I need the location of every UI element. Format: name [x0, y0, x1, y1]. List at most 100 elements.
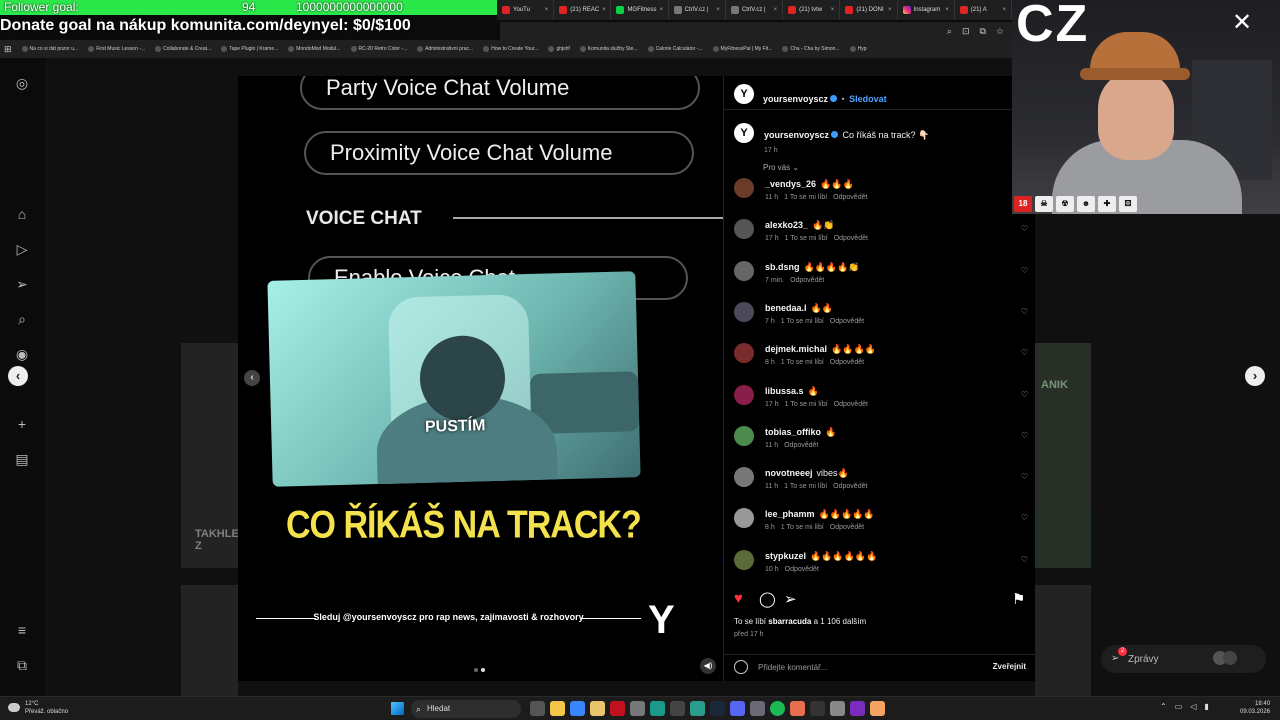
sort-dropdown[interactable]: Pro vás ⌄: [763, 163, 799, 172]
prev-post-icon[interactable]: ‹: [8, 366, 28, 386]
battery-icon[interactable]: ▮: [1204, 702, 1208, 711]
comment-like-heart-icon[interactable]: ♡: [1021, 307, 1028, 316]
extensions-icon[interactable]: ⧉: [979, 26, 985, 37]
comment-username[interactable]: libussa.s: [765, 386, 804, 396]
reply-button[interactable]: Odpovědět: [784, 442, 818, 449]
browser-tab[interactable]: (21) tvtw ×: [783, 0, 841, 20]
bookmark-item[interactable]: Komunita služby Ste...: [579, 46, 638, 52]
browser-tab[interactable]: MGFitness ×: [611, 0, 669, 20]
reply-button[interactable]: Odpovědět: [833, 194, 867, 201]
comment-username[interactable]: tobias_offiko: [765, 427, 821, 437]
chrome-icon[interactable]: [590, 701, 605, 716]
comment-avatar[interactable]: [734, 384, 754, 405]
save-bookmark-icon[interactable]: ⚑: [1012, 590, 1025, 608]
comment-like-heart-icon[interactable]: ♡: [1021, 266, 1028, 275]
close-tab-icon[interactable]: ×: [716, 7, 720, 13]
header-avatar[interactable]: Y: [734, 84, 754, 104]
bookmark-star-icon[interactable]: ☆: [996, 26, 1004, 37]
close-tab-icon[interactable]: ×: [602, 7, 606, 13]
app-black-icon[interactable]: [810, 701, 825, 716]
comment-likes[interactable]: 1 To se mi líbí: [784, 483, 827, 490]
comment-avatar[interactable]: [734, 219, 754, 240]
network-icon[interactable]: ▭: [1175, 702, 1183, 711]
reply-button[interactable]: Odpovědět: [790, 277, 824, 284]
bookmark-item[interactable]: MondoMod Modul...: [288, 46, 341, 52]
app-gray-icon[interactable]: [630, 701, 645, 716]
file-explorer-icon[interactable]: [550, 701, 565, 716]
discord-icon[interactable]: [730, 701, 745, 716]
next-post-icon[interactable]: ›: [1245, 366, 1265, 386]
zoom-icon[interactable]: ⌕: [947, 26, 952, 37]
comment-like-heart-icon[interactable]: ♡: [1021, 472, 1028, 481]
dashboard-icon[interactable]: ▤: [14, 451, 30, 467]
home-icon[interactable]: ⌂: [14, 206, 30, 222]
caption-username[interactable]: yoursenvoyscz: [764, 130, 829, 140]
post-comment-button[interactable]: Zveřejnit: [993, 662, 1026, 671]
reply-button[interactable]: Odpovědět: [834, 401, 868, 408]
comment-icon[interactable]: ◯: [759, 590, 776, 608]
comment-like-heart-icon[interactable]: ♡: [1021, 513, 1028, 522]
app-dark-icon[interactable]: [670, 701, 685, 716]
comment-like-heart-icon[interactable]: ♡: [1021, 348, 1028, 357]
follow-button[interactable]: Sledovat: [849, 94, 887, 104]
previous-reel-preview-lower[interactable]: [181, 585, 238, 696]
reply-button[interactable]: Odpovědět: [834, 235, 868, 242]
create-icon[interactable]: +: [14, 416, 30, 432]
comment-avatar[interactable]: [734, 301, 754, 322]
comment-avatar[interactable]: [734, 260, 754, 281]
bookmark-item[interactable]: RC-20 Retro Color -...: [350, 46, 407, 52]
caption-avatar[interactable]: Y: [734, 123, 754, 143]
task-view-icon[interactable]: [530, 701, 545, 716]
reply-button[interactable]: Odpovědět: [830, 359, 864, 366]
comment-like-heart-icon[interactable]: ♡: [1021, 431, 1028, 440]
close-tab-icon[interactable]: ×: [831, 7, 835, 13]
close-tab-icon[interactable]: ×: [945, 7, 949, 13]
likes-user[interactable]: sbarracuda: [768, 617, 811, 626]
share-icon[interactable]: ➢: [784, 590, 797, 608]
comment-avatar[interactable]: [734, 343, 754, 364]
browser-tab[interactable]: CtrlV.cz | ×: [669, 0, 726, 20]
messages-icon[interactable]: ➢: [14, 276, 30, 292]
comment-avatar[interactable]: [734, 425, 754, 446]
comment-avatar[interactable]: [734, 549, 754, 570]
app-orange-icon[interactable]: [790, 701, 805, 716]
comment-avatar[interactable]: [734, 178, 754, 198]
xbox-icon[interactable]: [690, 701, 705, 716]
browser-tab[interactable]: Instagram ×: [898, 0, 955, 20]
comment-username[interactable]: sb.dsng: [765, 262, 800, 272]
bookmark-item[interactable]: First Music Lesson -...: [88, 46, 145, 52]
comment-avatar[interactable]: [734, 467, 754, 488]
comment-like-heart-icon[interactable]: ♡: [1021, 224, 1028, 233]
reply-button[interactable]: Odpovědět: [830, 524, 864, 531]
comment-likes[interactable]: 1 To se mi líbí: [785, 401, 828, 408]
search-icon[interactable]: ⌕: [14, 311, 30, 327]
explore-icon[interactable]: ◉: [14, 346, 30, 362]
app-purple-icon[interactable]: [750, 701, 765, 716]
bookmark-item[interactable]: How to Create Your...: [483, 46, 538, 52]
bookmark-item[interactable]: Administrativní prac...: [417, 46, 473, 52]
comment-like-heart-icon[interactable]: ♡: [1021, 555, 1028, 564]
browser-tab[interactable]: (21) A ×: [955, 0, 1012, 20]
reply-button[interactable]: Odpovědět: [785, 566, 819, 573]
comment-likes[interactable]: 1 To se mi líbí: [784, 194, 827, 201]
instagram-logo-icon[interactable]: ◎: [14, 75, 30, 91]
reply-button[interactable]: Odpovědět: [830, 318, 864, 325]
next-reel-preview-lower[interactable]: [1035, 585, 1091, 696]
app-green-icon[interactable]: [650, 701, 665, 716]
comment-likes[interactable]: 1 To se mi líbí: [785, 235, 828, 242]
previous-reel-preview[interactable]: TAKHLE Z: [181, 343, 238, 568]
comment-likes[interactable]: 1 To se mi líbí: [781, 524, 824, 531]
comment-username[interactable]: _vendys_26: [765, 179, 816, 189]
close-tab-icon[interactable]: ×: [774, 7, 778, 13]
taskbar-clock[interactable]: 18:40 09.03.2026: [1240, 700, 1270, 716]
close-tab-icon[interactable]: ×: [659, 7, 663, 13]
comment-username[interactable]: novotneeej: [765, 468, 813, 478]
reply-button[interactable]: Odpovědět: [833, 483, 867, 490]
bookmark-item[interactable]: Collaborate & Creat...: [155, 46, 211, 52]
volume-icon[interactable]: ◁: [1190, 702, 1196, 711]
emoji-icon[interactable]: [734, 660, 748, 674]
browser-edge-icon[interactable]: [570, 701, 585, 716]
reel-viewer[interactable]: Party Voice Chat Volume Proximity Voice …: [238, 76, 723, 681]
bookmark-item[interactable]: Tape Plugin | Krame...: [221, 46, 278, 52]
browser-tab[interactable]: YouTu ×: [497, 0, 555, 20]
